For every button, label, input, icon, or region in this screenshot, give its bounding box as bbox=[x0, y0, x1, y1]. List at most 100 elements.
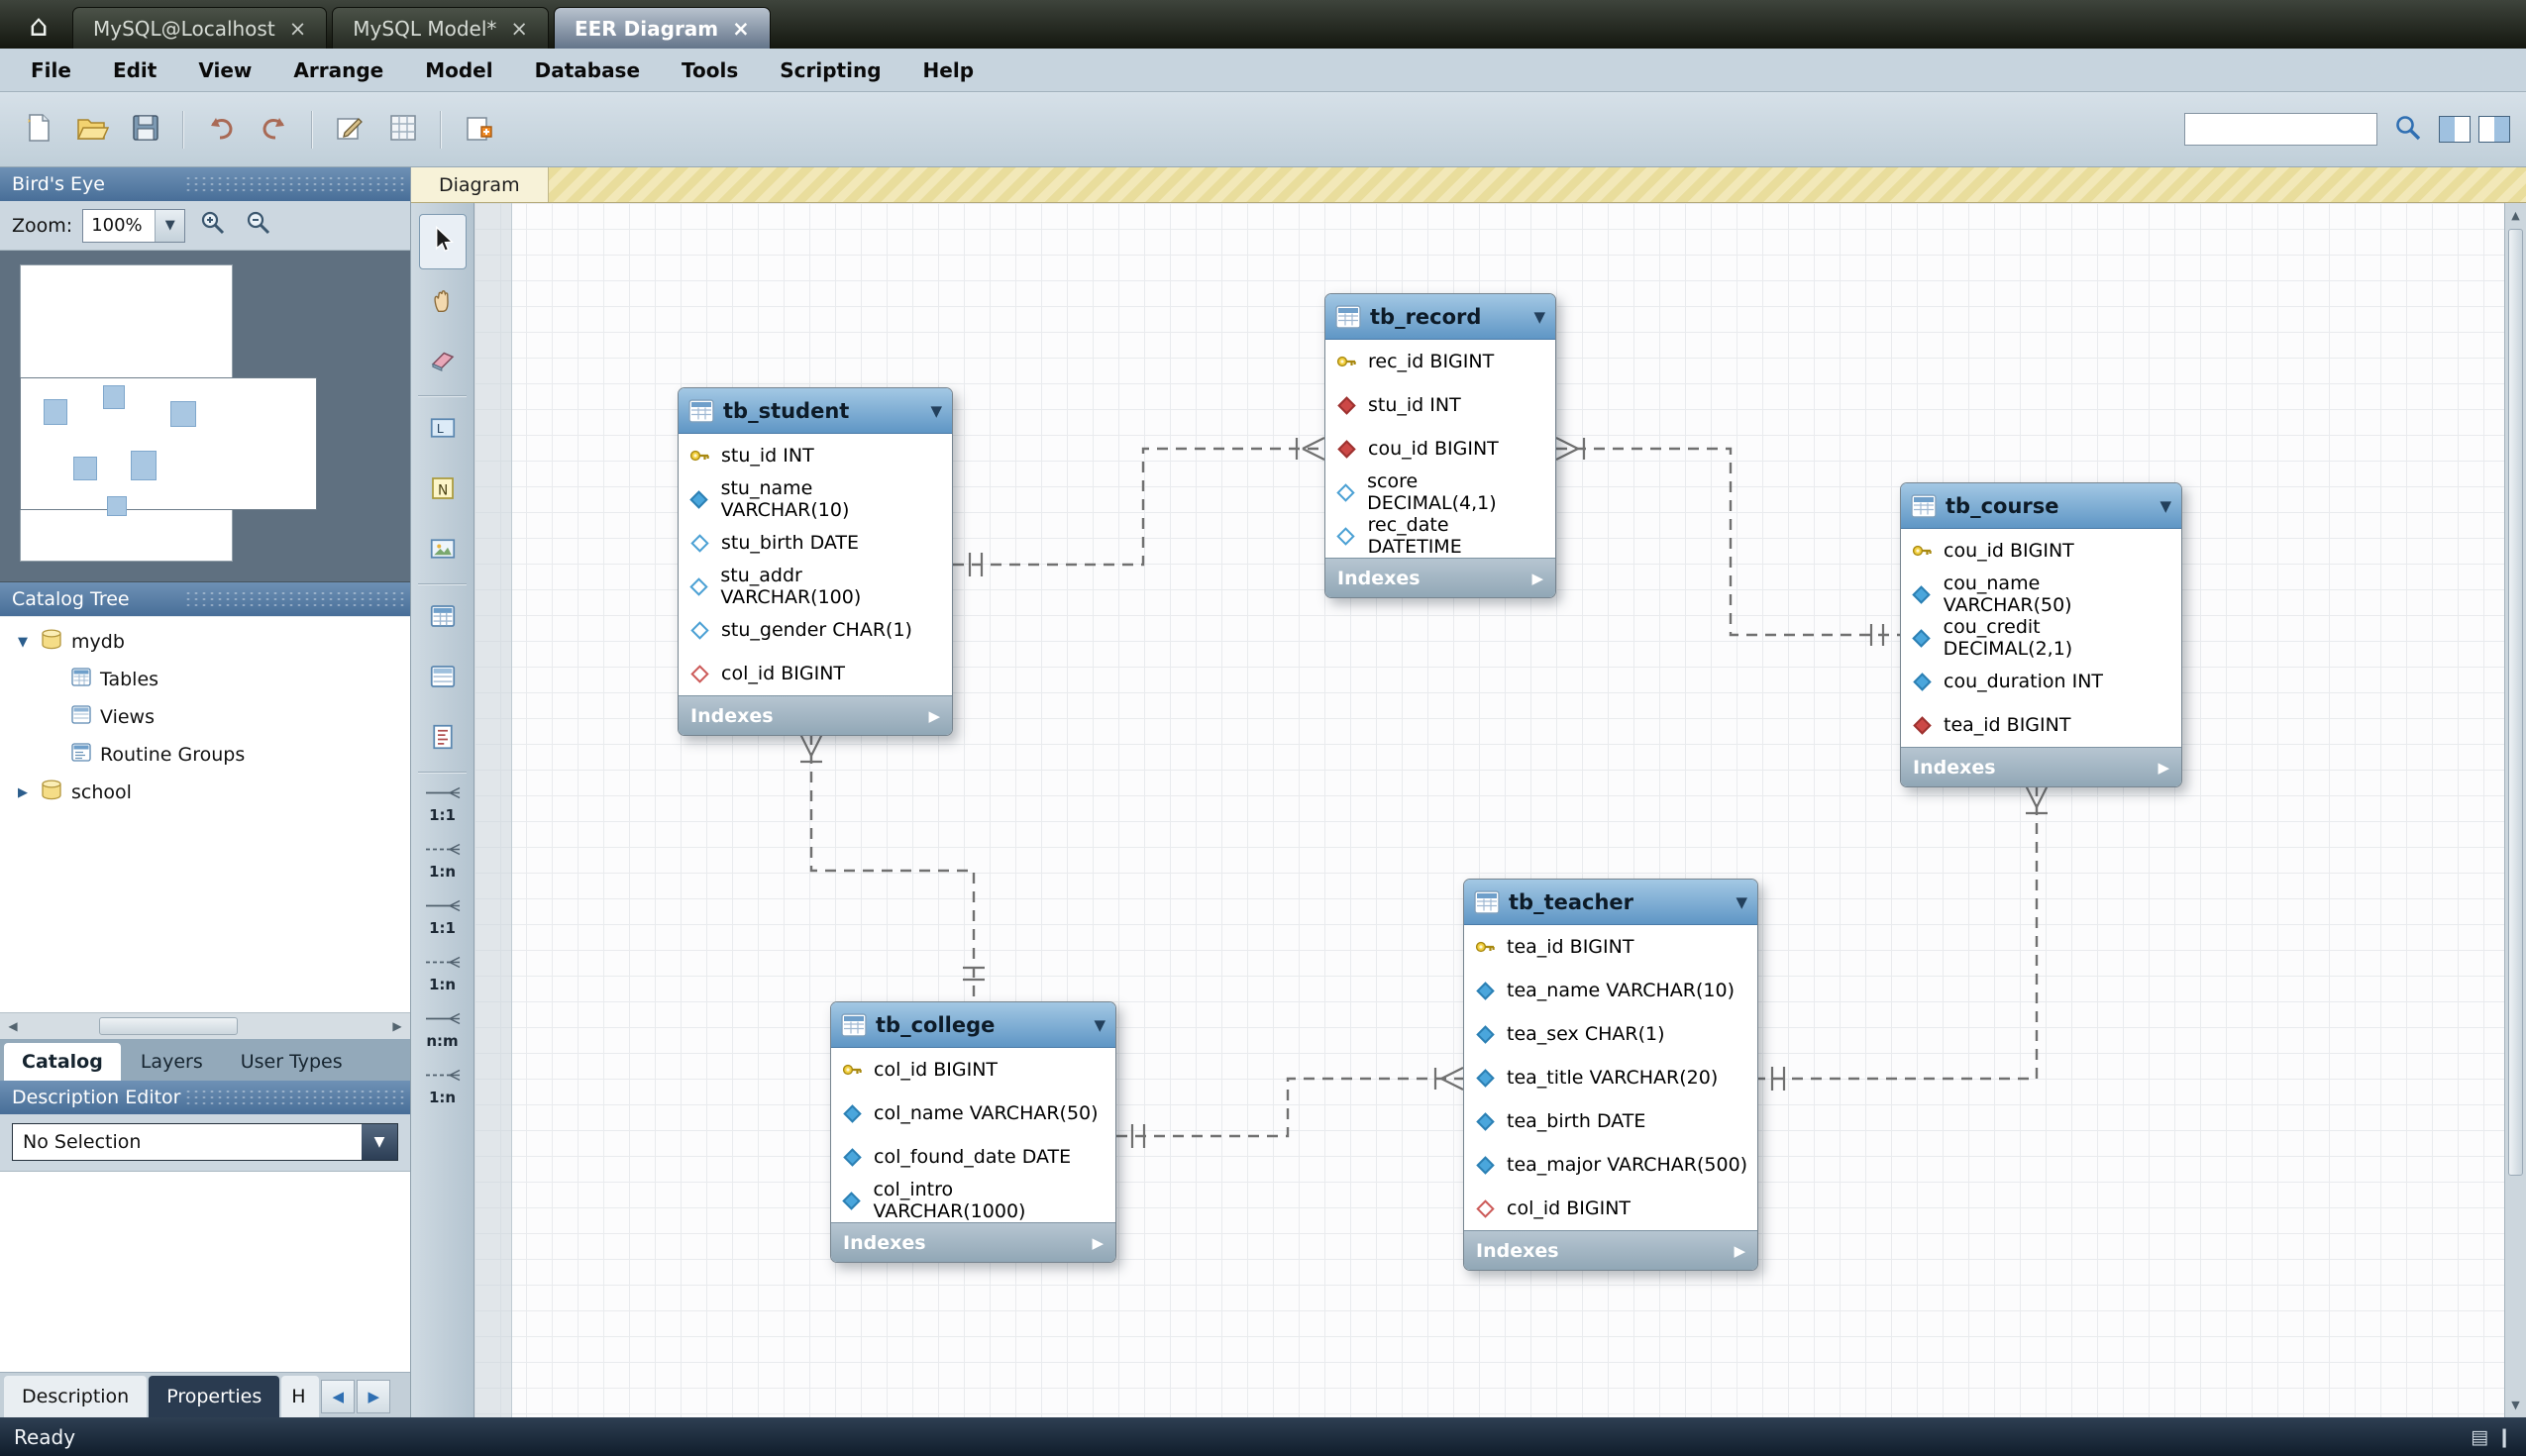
scroll-down-icon[interactable]: ▼ bbox=[2505, 1399, 2526, 1411]
column-tea_id[interactable]: tea_id BIGINT bbox=[1901, 703, 2181, 747]
save-model-button[interactable] bbox=[123, 108, 168, 152]
entity-tb_teacher[interactable]: tb_teacher▼tea_id BIGINTtea_name VARCHAR… bbox=[1463, 879, 1758, 1271]
expand-arrow-icon[interactable]: ▶ bbox=[928, 707, 940, 725]
column-stu_id[interactable]: stu_id INT bbox=[679, 434, 952, 477]
tool-table-button[interactable] bbox=[419, 590, 467, 646]
entity-header[interactable]: tb_course▼ bbox=[1901, 483, 2181, 529]
menu-view[interactable]: View bbox=[177, 58, 272, 82]
rel-tool-1-n-3-button[interactable]: 1:n bbox=[417, 947, 469, 1000]
column-stu_gender[interactable]: stu_gender CHAR(1) bbox=[679, 608, 952, 652]
collapse-arrow-icon[interactable]: ▶ bbox=[14, 785, 32, 800]
expand-arrow-icon[interactable]: ▶ bbox=[1734, 1242, 1745, 1260]
tree-item-mydb[interactable]: ▼ mydb bbox=[0, 623, 410, 661]
column-col_id[interactable]: col_id BIGINT bbox=[1464, 1187, 1757, 1230]
minimap-viewport[interactable] bbox=[20, 377, 317, 510]
tab-layers[interactable]: Layers bbox=[123, 1043, 221, 1081]
tab-scroll-right-button[interactable]: ▶ bbox=[357, 1380, 390, 1413]
column-tea_title[interactable]: tea_title VARCHAR(20) bbox=[1464, 1056, 1757, 1099]
column-col_id[interactable]: col_id BIGINT bbox=[831, 1048, 1115, 1092]
menu-scripting[interactable]: Scripting bbox=[759, 58, 901, 82]
entity-header[interactable]: tb_student▼ bbox=[679, 388, 952, 434]
grid-options-button[interactable] bbox=[380, 108, 426, 152]
column-cou_id[interactable]: cou_id BIGINT bbox=[1325, 427, 1555, 470]
entity-indexes-bar[interactable]: Indexes▶ bbox=[831, 1222, 1115, 1262]
column-rec_date[interactable]: rec_date DATETIME bbox=[1325, 514, 1555, 558]
relationship-tb_student-tb_college[interactable] bbox=[800, 734, 985, 1001]
tool-routine-group-button[interactable] bbox=[419, 711, 467, 767]
tab-user-types[interactable]: User Types bbox=[223, 1043, 361, 1081]
relationship-tb_college-tb_teacher[interactable] bbox=[1116, 1068, 1463, 1148]
column-cou_name[interactable]: cou_name VARCHAR(50) bbox=[1901, 572, 2181, 616]
column-col_intro[interactable]: col_intro VARCHAR(1000) bbox=[831, 1179, 1115, 1222]
zoom-select[interactable]: 100% ▼ bbox=[82, 209, 185, 243]
tree-item-views[interactable]: Views bbox=[0, 698, 410, 736]
entity-header[interactable]: tb_record▼ bbox=[1325, 294, 1555, 340]
tab-eer-diagram[interactable]: EER Diagram × bbox=[554, 7, 771, 49]
tab-scroll-left-button[interactable]: ◀ bbox=[321, 1380, 355, 1413]
column-cou_credit[interactable]: cou_credit DECIMAL(2,1) bbox=[1901, 616, 2181, 660]
tool-cursor-button[interactable] bbox=[419, 214, 467, 269]
output-panel-icon[interactable]: ▤ bbox=[2471, 1426, 2488, 1448]
entity-tb_college[interactable]: tb_college▼col_id BIGINTcol_name VARCHAR… bbox=[830, 1001, 1116, 1263]
column-score[interactable]: score DECIMAL(4,1) bbox=[1325, 470, 1555, 514]
selection-dropdown[interactable]: No Selection ▼ bbox=[12, 1123, 398, 1161]
entity-indexes-bar[interactable]: Indexes▶ bbox=[1325, 558, 1555, 597]
entity-indexes-bar[interactable]: Indexes▶ bbox=[1901, 747, 2181, 786]
collapse-arrow-icon[interactable]: ▼ bbox=[1094, 1016, 1105, 1034]
rel-tool-1-n-5-button[interactable]: 1:n bbox=[417, 1060, 469, 1113]
entity-header[interactable]: tb_teacher▼ bbox=[1464, 880, 1757, 925]
menu-edit[interactable]: Edit bbox=[92, 58, 177, 82]
rel-tool-1-1-0-button[interactable]: 1:1 bbox=[417, 778, 469, 831]
search-button[interactable] bbox=[2385, 108, 2431, 152]
expand-arrow-icon[interactable]: ▶ bbox=[2158, 759, 2169, 777]
menu-tools[interactable]: Tools bbox=[661, 58, 759, 82]
column-stu_id[interactable]: stu_id INT bbox=[1325, 383, 1555, 427]
tab-mysql-model[interactable]: MySQL Model* × bbox=[332, 7, 549, 49]
tool-view-button[interactable] bbox=[419, 651, 467, 706]
undo-button[interactable] bbox=[198, 108, 244, 152]
rel-tool-n-m-4-button[interactable]: n:m bbox=[417, 1003, 469, 1057]
expand-arrow-icon[interactable]: ▶ bbox=[1531, 570, 1543, 587]
entity-indexes-bar[interactable]: Indexes▶ bbox=[679, 695, 952, 735]
entity-tb_course[interactable]: tb_course▼cou_id BIGINTcou_name VARCHAR(… bbox=[1900, 482, 2182, 787]
column-tea_sex[interactable]: tea_sex CHAR(1) bbox=[1464, 1012, 1757, 1056]
tab-properties[interactable]: Properties bbox=[149, 1376, 279, 1417]
column-stu_addr[interactable]: stu_addr VARCHAR(100) bbox=[679, 565, 952, 608]
tab-diagram[interactable]: Diagram bbox=[411, 167, 549, 202]
column-tea_birth[interactable]: tea_birth DATE bbox=[1464, 1099, 1757, 1143]
relationship-tb_student-tb_record[interactable] bbox=[953, 438, 1324, 576]
scrollbar-thumb[interactable] bbox=[2508, 229, 2523, 1176]
menu-database[interactable]: Database bbox=[514, 58, 661, 82]
tab-mysql-localhost[interactable]: MySQL@Localhost × bbox=[72, 7, 327, 49]
menu-file[interactable]: File bbox=[10, 58, 92, 82]
scroll-left-icon[interactable]: ◀ bbox=[0, 1019, 26, 1033]
entity-indexes-bar[interactable]: Indexes▶ bbox=[1464, 1230, 1757, 1270]
menu-help[interactable]: Help bbox=[902, 58, 995, 82]
new-document-button[interactable] bbox=[16, 108, 61, 152]
scrollbar-thumb[interactable] bbox=[99, 1017, 238, 1035]
scroll-right-icon[interactable]: ▶ bbox=[384, 1019, 410, 1033]
column-tea_major[interactable]: tea_major VARCHAR(500) bbox=[1464, 1143, 1757, 1187]
column-tea_id[interactable]: tea_id BIGINT bbox=[1464, 925, 1757, 969]
search-input[interactable] bbox=[2184, 113, 2377, 146]
close-icon[interactable]: × bbox=[289, 17, 307, 41]
collapse-arrow-icon[interactable]: ▼ bbox=[930, 402, 942, 420]
collapse-arrow-icon[interactable]: ▼ bbox=[2159, 497, 2171, 515]
entity-tb_record[interactable]: tb_record▼rec_id BIGINTstu_id INTcou_id … bbox=[1324, 293, 1556, 598]
tool-hand-button[interactable] bbox=[419, 274, 467, 330]
column-col_name[interactable]: col_name VARCHAR(50) bbox=[831, 1092, 1115, 1135]
tool-layer-button[interactable]: L bbox=[419, 402, 467, 458]
column-col_id[interactable]: col_id BIGINT bbox=[679, 652, 952, 695]
menu-model[interactable]: Model bbox=[404, 58, 513, 82]
new-diagram-tab-button[interactable] bbox=[456, 108, 501, 152]
tab-description[interactable]: Description bbox=[4, 1376, 147, 1417]
export-diagram-button[interactable] bbox=[327, 108, 372, 152]
tree-item-routine-groups[interactable]: Routine Groups bbox=[0, 736, 410, 774]
scroll-up-icon[interactable]: ▲ bbox=[2505, 209, 2526, 222]
column-cou_duration[interactable]: cou_duration INT bbox=[1901, 660, 2181, 703]
column-rec_id[interactable]: rec_id BIGINT bbox=[1325, 340, 1555, 383]
tree-item-school[interactable]: ▶ school bbox=[0, 774, 410, 811]
column-stu_birth[interactable]: stu_birth DATE bbox=[679, 521, 952, 565]
close-icon[interactable]: × bbox=[510, 17, 528, 41]
tree-item-tables[interactable]: Tables bbox=[0, 661, 410, 698]
